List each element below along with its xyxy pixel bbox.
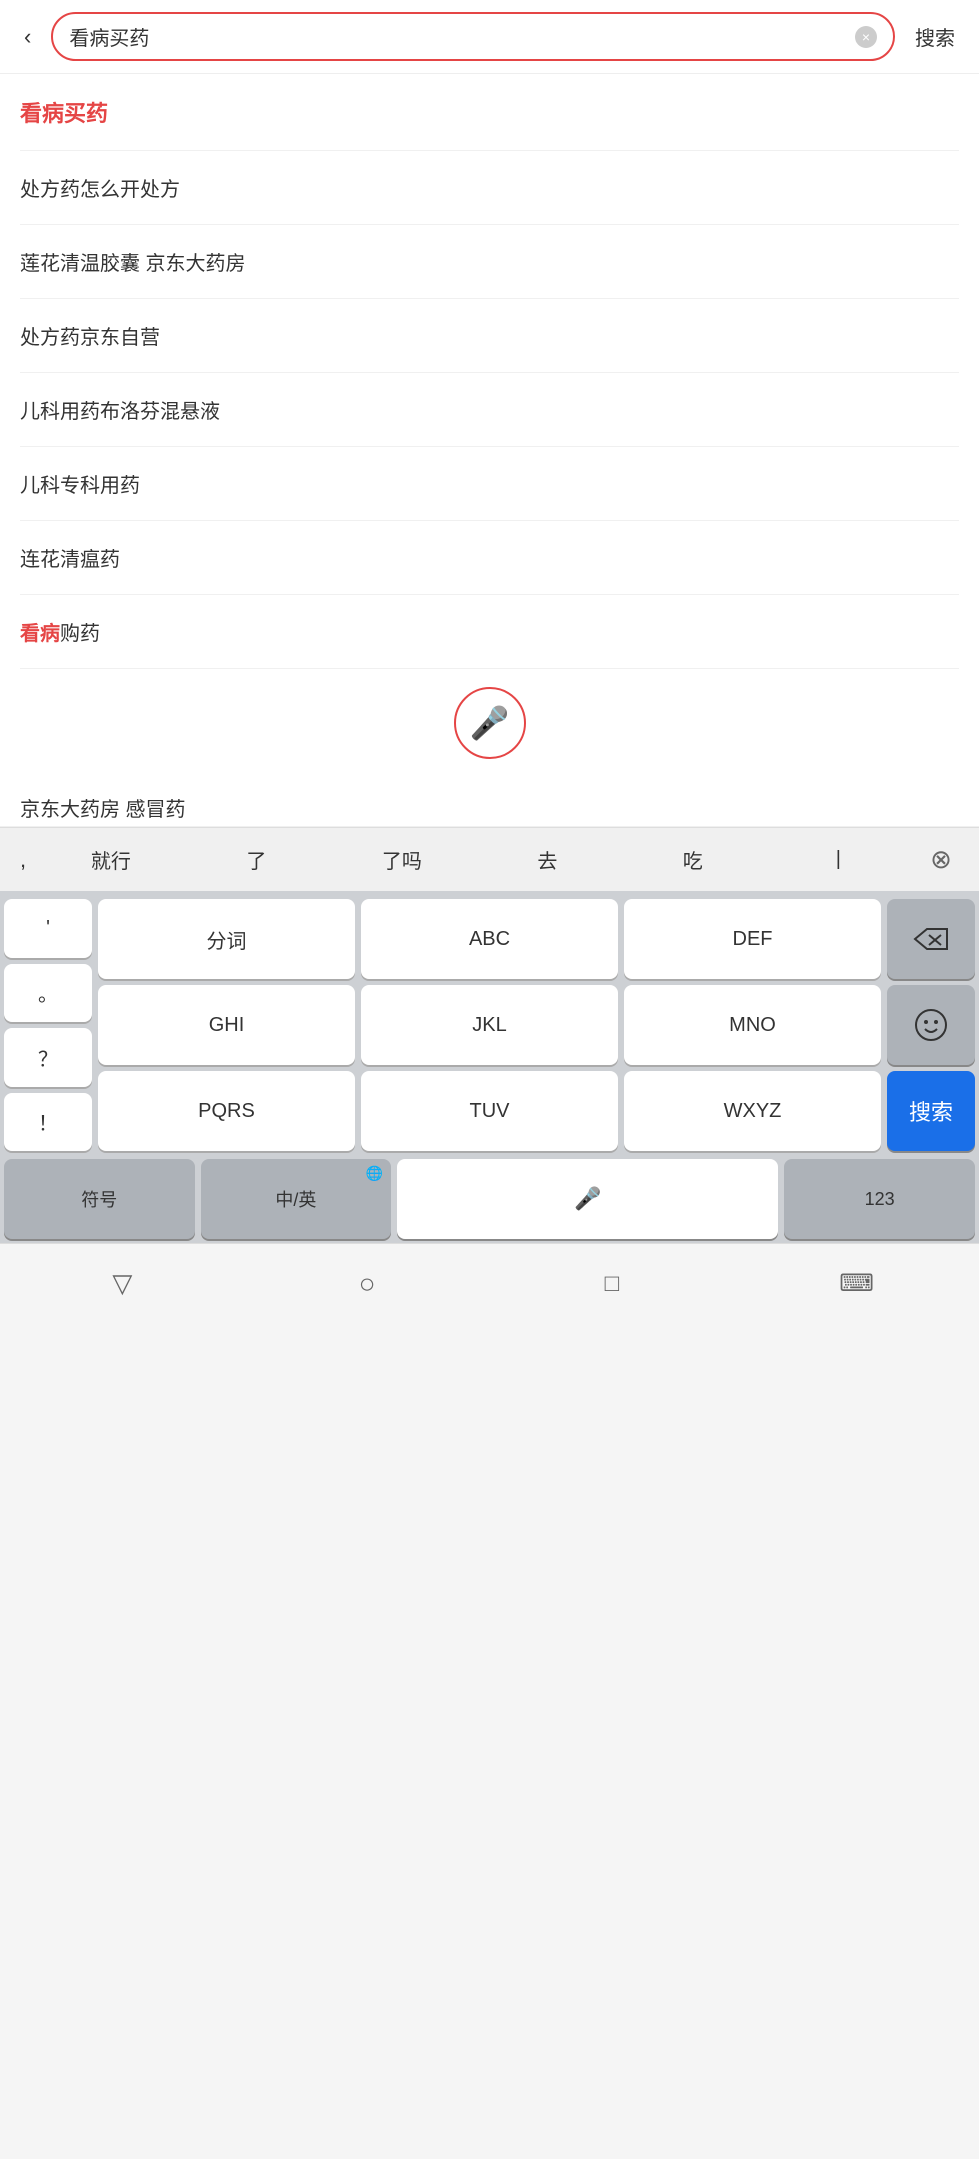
lang-switch-key[interactable]: 中/英 🌐 [201, 1159, 392, 1239]
suggestion-item-7[interactable]: 连花清瘟药 [20, 521, 959, 595]
search-bar: 看病买药 × [51, 12, 895, 61]
key-pqrs[interactable]: PQRS [98, 1071, 355, 1151]
backspace-key[interactable] [887, 899, 975, 979]
suggestions-list: 看病买药 处方药怎么开处方 莲花清温胶囊 京东大药房 处方药京东自营 儿科用药布… [0, 74, 979, 669]
suggestion-item-2[interactable]: 处方药怎么开处方 [20, 151, 959, 225]
suggestion-item-8[interactable]: 看病购药 [20, 595, 959, 669]
prediction-bar: , 就行 了 了吗 去 吃 | ⊗ [0, 827, 979, 891]
suggestion-item-1[interactable]: 看病买药 [20, 74, 959, 151]
voice-button[interactable]: 🎤 [454, 687, 526, 759]
globe-icon: 🌐 [366, 1165, 383, 1182]
key-jkl[interactable]: JKL [361, 985, 618, 1065]
key-ghi[interactable]: GHI [98, 985, 355, 1065]
suggestion-text-8: 购药 [60, 623, 100, 645]
key-fenci[interactable]: 分词 [98, 899, 355, 979]
keyboard-bottom-row: 符号 中/英 🌐 🎤 123 [4, 1159, 975, 1239]
suggestion-text-4: 处方药京东自营 [20, 327, 160, 349]
keyboard: ' 。 ？ ！ 分词 ABC DEF GHI JKL MNO PQRS TUV … [0, 891, 979, 1243]
symbol-key[interactable]: 符号 [4, 1159, 195, 1239]
keyboard-row-2: GHI JKL MNO [98, 985, 881, 1065]
suggestion-item-5[interactable]: 儿科用药布洛芬混悬液 [20, 373, 959, 447]
header: ‹ 看病买药 × 搜索 [0, 0, 979, 74]
partial-suggestion-text: 京东大药房 感冒药 [20, 799, 186, 821]
back-button[interactable]: ‹ [16, 20, 39, 54]
prediction-item-2[interactable]: 了 [184, 837, 329, 882]
prediction-item-3[interactable]: 了吗 [329, 837, 474, 882]
right-column: 搜索 [887, 899, 975, 1151]
suggestion-text-5: 儿科用药布洛芬混悬液 [20, 401, 220, 423]
suggestion-red-prefix-8: 看病 [20, 623, 60, 645]
suggestion-item-3[interactable]: 莲花清温胶囊 京东大药房 [20, 225, 959, 299]
suggestion-text-6: 儿科专科用药 [20, 475, 140, 497]
key-wxyz[interactable]: WXYZ [624, 1071, 881, 1151]
partial-suggestion-item[interactable]: 京东大药房 感冒药 [0, 777, 979, 827]
keyboard-row-1: 分词 ABC DEF [98, 899, 881, 979]
search-input[interactable]: 看病买药 [69, 22, 847, 51]
space-key[interactable]: 🎤 [397, 1159, 778, 1239]
key-abc[interactable]: ABC [361, 899, 618, 979]
nav-recent-button[interactable]: □ [572, 1254, 652, 1314]
punct-column: ' 。 ？ ！ [4, 899, 92, 1151]
emoji-key[interactable] [887, 985, 975, 1065]
prediction-item-5[interactable]: 吃 [620, 837, 765, 882]
punct-key-comma[interactable]: ' [4, 899, 92, 958]
key-def[interactable]: DEF [624, 899, 881, 979]
prediction-item-1[interactable]: 就行 [38, 837, 183, 882]
number-key[interactable]: 123 [784, 1159, 975, 1239]
nav-back-icon: ▽ [112, 1268, 132, 1299]
keyboard-row-3: PQRS TUV WXYZ [98, 1071, 881, 1151]
emoji-icon [913, 1007, 949, 1043]
prediction-comma[interactable]: , [8, 839, 38, 881]
clear-button[interactable]: × [855, 26, 877, 48]
nav-recent-icon: □ [605, 1270, 620, 1298]
nav-home-icon: ○ [359, 1268, 376, 1300]
suggestion-text-2: 处方药怎么开处方 [20, 179, 180, 201]
nav-keyboard-button[interactable]: ⌨ [817, 1254, 897, 1314]
backspace-icon [913, 925, 949, 953]
key-tuv[interactable]: TUV [361, 1071, 618, 1151]
voice-area: 🎤 [0, 669, 979, 777]
main-keys-area: 分词 ABC DEF GHI JKL MNO PQRS TUV WXYZ [98, 899, 881, 1151]
suggestion-item-4[interactable]: 处方药京东自营 [20, 299, 959, 373]
nav-keyboard-icon: ⌨ [839, 1269, 874, 1298]
prediction-delete-button[interactable]: ⊗ [911, 836, 971, 884]
search-button[interactable]: 搜索 [907, 18, 963, 55]
prediction-item-6[interactable]: | [766, 840, 911, 879]
mic-icon: 🎤 [470, 704, 510, 742]
punct-key-exclaim[interactable]: ！ [4, 1093, 92, 1152]
nav-back-button[interactable]: ▽ [82, 1254, 162, 1314]
prediction-item-4[interactable]: 去 [475, 837, 620, 882]
punct-key-question[interactable]: ？ [4, 1028, 92, 1087]
nav-home-button[interactable]: ○ [327, 1254, 407, 1314]
punct-key-period[interactable]: 。 [4, 964, 92, 1023]
keyboard-search-key[interactable]: 搜索 [887, 1071, 975, 1151]
nav-bar: ▽ ○ □ ⌨ [0, 1243, 979, 1323]
key-mno[interactable]: MNO [624, 985, 881, 1065]
space-mic-icon: 🎤 [574, 1186, 601, 1212]
suggestion-text-3: 莲花清温胶囊 京东大药房 [20, 253, 246, 275]
suggestion-text-1: 看病买药 [20, 101, 108, 126]
lang-switch-label: 中/英 [275, 1186, 316, 1212]
suggestion-text-7: 连花清瘟药 [20, 549, 120, 571]
delete-circle-icon: ⊗ [930, 844, 952, 875]
suggestion-item-6[interactable]: 儿科专科用药 [20, 447, 959, 521]
